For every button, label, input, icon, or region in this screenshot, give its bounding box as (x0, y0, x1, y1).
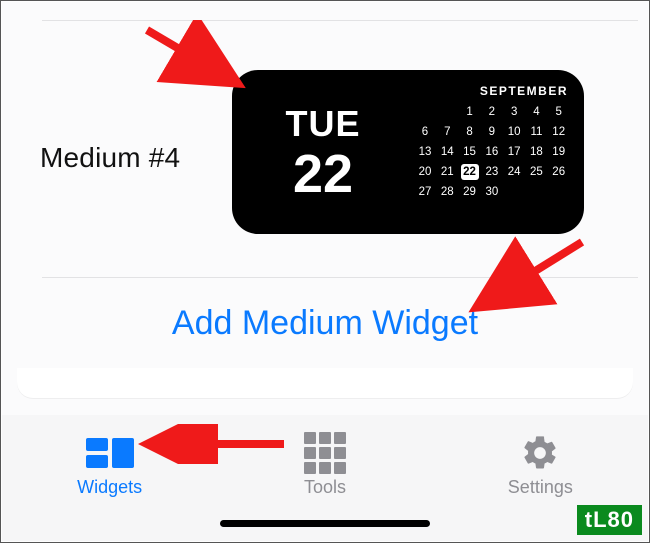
panel-bottom-edge (17, 368, 633, 398)
calendar-day: 19 (550, 144, 568, 160)
widget-month-name: SEPTEMBER (480, 84, 568, 98)
calendar-day: 30 (483, 184, 501, 200)
calendar-day: 10 (505, 124, 523, 140)
calendar-day: 12 (550, 124, 568, 140)
tab-widgets-label: Widgets (77, 477, 142, 498)
widget-day-name: TUE (286, 103, 361, 145)
calendar-day: 17 (505, 144, 523, 160)
grid-icon (304, 432, 346, 474)
calendar-day: 4 (527, 104, 545, 120)
calendar-day: 23 (483, 164, 501, 180)
calendar-day: 25 (527, 164, 545, 180)
calendar-day: 6 (416, 124, 434, 140)
calendar-day: 1 (461, 104, 479, 120)
calendar-day: 15 (461, 144, 479, 160)
separator-top (42, 20, 638, 21)
calendar-day: 7 (438, 124, 456, 140)
tab-settings-label: Settings (508, 477, 573, 498)
calendar-day: 27 (416, 184, 434, 200)
calendar-day: 13 (416, 144, 434, 160)
widget-day-number: 22 (293, 147, 353, 201)
calendar-day: 5 (550, 104, 568, 120)
widgets-icon (86, 438, 134, 468)
tab-tools-label: Tools (304, 477, 346, 498)
calendar-day: 21 (438, 164, 456, 180)
tab-widgets[interactable]: Widgets (2, 415, 217, 541)
calendar-widget-preview[interactable]: TUE 22 SEPTEMBER 12345678910111213141516… (232, 70, 584, 234)
home-indicator[interactable] (220, 520, 430, 527)
separator-bottom (42, 277, 638, 278)
calendar-day: 18 (527, 144, 545, 160)
calendar-day: 26 (550, 164, 568, 180)
calendar-day: 22 (461, 164, 479, 180)
calendar-day: 16 (483, 144, 501, 160)
calendar-day: 24 (505, 164, 523, 180)
widget-month-grid: 1234567891011121314151617181920212223242… (416, 104, 568, 200)
watermark: tL80 (577, 505, 642, 535)
calendar-day: 28 (438, 184, 456, 200)
calendar-day: 2 (483, 104, 501, 120)
calendar-day: 14 (438, 144, 456, 160)
widget-row-label[interactable]: Medium #4 (40, 142, 180, 174)
calendar-day: 3 (505, 104, 523, 120)
calendar-day: 11 (527, 124, 545, 140)
gear-icon (520, 433, 560, 473)
calendar-day: 8 (461, 124, 479, 140)
add-medium-widget-button[interactable]: Add Medium Widget (2, 304, 648, 343)
calendar-day: 29 (461, 184, 479, 200)
calendar-day: 9 (483, 124, 501, 140)
calendar-day: 20 (416, 164, 434, 180)
